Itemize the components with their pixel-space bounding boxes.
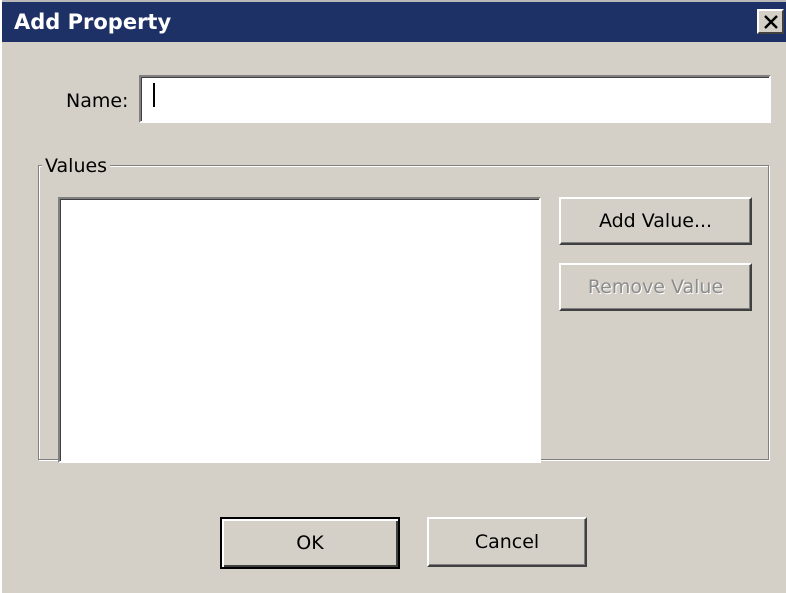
name-input[interactable] (139, 75, 771, 123)
window-title: Add Property (14, 10, 172, 34)
ok-button[interactable]: OK (220, 517, 400, 569)
add-value-button[interactable]: Add Value... (559, 197, 752, 245)
remove-value-button[interactable]: Remove Value (559, 263, 752, 311)
add-property-dialog: Add Property Name: Values Add Value... R… (0, 0, 786, 593)
close-button[interactable] (757, 9, 784, 34)
title-bar[interactable]: Add Property (2, 0, 786, 42)
name-label: Name: (66, 90, 129, 112)
close-icon (764, 15, 778, 29)
values-group-label: Values (42, 154, 111, 178)
cancel-button[interactable]: Cancel (427, 517, 587, 567)
values-listbox[interactable] (58, 197, 541, 463)
text-caret (153, 83, 155, 107)
